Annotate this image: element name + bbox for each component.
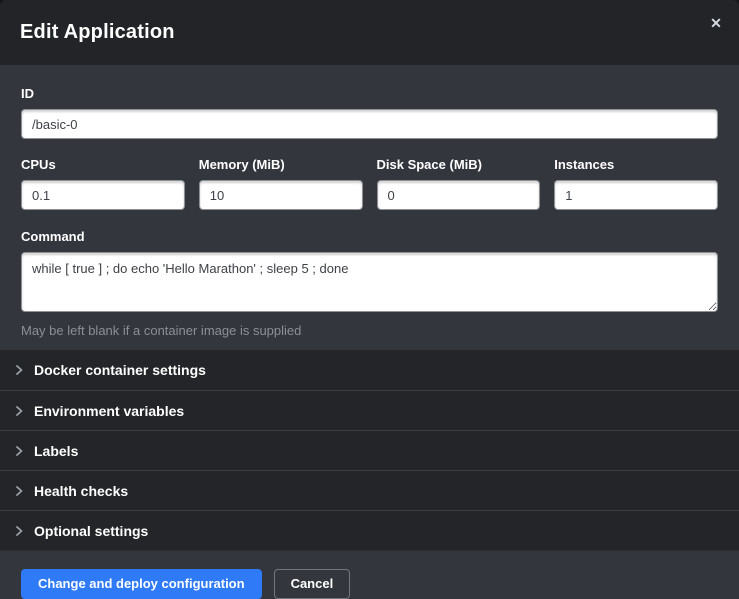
disk-label: Disk Space (MiB): [377, 157, 541, 172]
disk-input[interactable]: [377, 180, 541, 210]
modal-title: Edit Application: [20, 21, 175, 44]
id-field-group: ID: [21, 86, 718, 139]
cpus-field-group: CPUs: [21, 157, 185, 210]
section-label: Optional settings: [34, 523, 148, 539]
id-label: ID: [21, 86, 718, 101]
edit-application-modal: Edit Application ✕ ID CPUs Memory (MiB) …: [0, 0, 739, 599]
command-label: Command: [21, 229, 718, 244]
command-help-text: May be left blank if a container image i…: [21, 323, 718, 338]
memory-field-group: Memory (MiB): [199, 157, 363, 210]
section-optional-settings[interactable]: Optional settings: [0, 510, 739, 550]
cpus-label: CPUs: [21, 157, 185, 172]
change-and-deploy-button[interactable]: Change and deploy configuration: [21, 569, 262, 599]
modal-header: Edit Application ✕: [0, 0, 739, 65]
memory-label: Memory (MiB): [199, 157, 363, 172]
section-health-checks[interactable]: Health checks: [0, 470, 739, 510]
command-textarea[interactable]: while [ true ] ; do echo 'Hello Marathon…: [21, 252, 718, 312]
id-input[interactable]: [21, 109, 718, 139]
chevron-right-icon: [14, 446, 24, 456]
resources-row: CPUs Memory (MiB) Disk Space (MiB) Insta…: [21, 157, 718, 210]
chevron-right-icon: [14, 406, 24, 416]
cpus-input[interactable]: [21, 180, 185, 210]
accordion-sections: Docker container settings Environment va…: [0, 350, 739, 550]
memory-input[interactable]: [199, 180, 363, 210]
chevron-right-icon: [14, 526, 24, 536]
cancel-button[interactable]: Cancel: [274, 569, 351, 599]
instances-label: Instances: [554, 157, 718, 172]
section-label: Environment variables: [34, 403, 184, 419]
modal-footer: Change and deploy configuration Cancel: [0, 550, 739, 599]
instances-field-group: Instances: [554, 157, 718, 210]
command-field-group: Command while [ true ] ; do echo 'Hello …: [21, 229, 718, 338]
section-labels[interactable]: Labels: [0, 430, 739, 470]
section-label: Docker container settings: [34, 362, 206, 378]
section-label: Labels: [34, 443, 78, 459]
section-docker-container-settings[interactable]: Docker container settings: [0, 350, 739, 390]
section-environment-variables[interactable]: Environment variables: [0, 390, 739, 430]
disk-field-group: Disk Space (MiB): [377, 157, 541, 210]
chevron-right-icon: [14, 486, 24, 496]
section-label: Health checks: [34, 483, 128, 499]
instances-input[interactable]: [554, 180, 718, 210]
close-icon[interactable]: ✕: [707, 14, 725, 32]
application-form: ID CPUs Memory (MiB) Disk Space (MiB) In…: [0, 65, 739, 350]
chevron-right-icon: [14, 365, 24, 375]
